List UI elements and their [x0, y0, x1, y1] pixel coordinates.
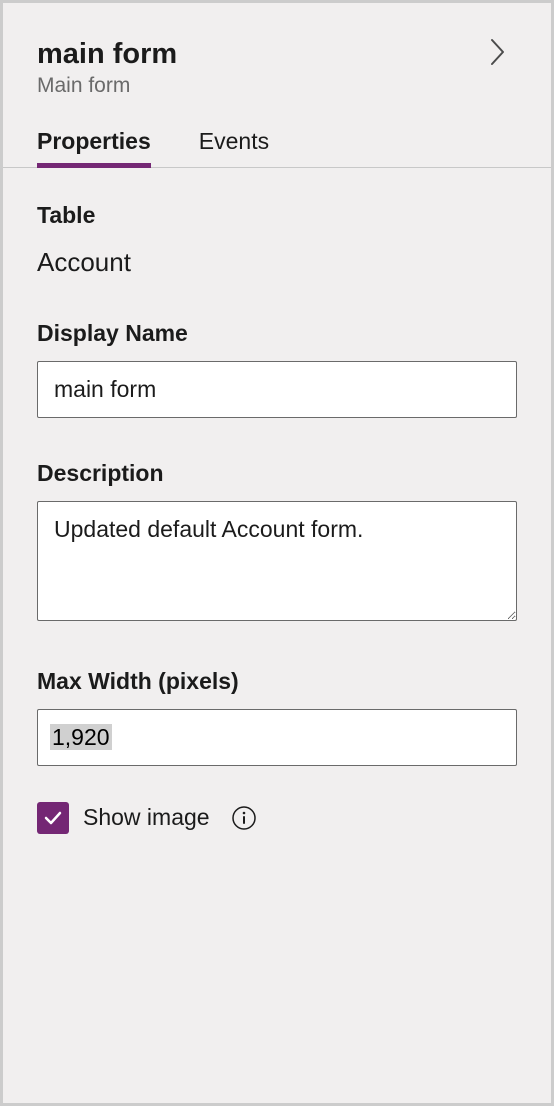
panel-title: main form	[37, 37, 517, 72]
tab-bar: Properties Events	[3, 98, 551, 168]
checkmark-icon	[43, 808, 63, 828]
table-label: Table	[37, 202, 517, 229]
max-width-field: Max Width (pixels) 1,920	[37, 668, 517, 766]
collapse-button[interactable]	[483, 37, 513, 67]
tab-properties[interactable]: Properties	[37, 128, 151, 167]
display-name-label: Display Name	[37, 320, 517, 347]
show-image-checkbox[interactable]	[37, 802, 69, 834]
max-width-value: 1,920	[50, 724, 112, 750]
display-name-input[interactable]	[37, 361, 517, 418]
show-image-label: Show image	[83, 804, 210, 831]
tab-events[interactable]: Events	[199, 128, 269, 167]
chevron-right-icon	[490, 38, 506, 66]
table-value: Account	[37, 247, 517, 278]
max-width-input[interactable]: 1,920	[37, 709, 517, 766]
display-name-field: Display Name	[37, 320, 517, 418]
properties-panel: main form Main form Properties Events Ta…	[0, 0, 554, 1106]
show-image-row: Show image	[37, 802, 517, 834]
panel-subtitle: Main form	[37, 74, 517, 98]
description-input[interactable]	[37, 501, 517, 621]
panel-header: main form Main form	[3, 3, 551, 98]
panel-body: Table Account Display Name Description M…	[3, 168, 551, 834]
info-icon	[231, 805, 257, 831]
show-image-info-button[interactable]	[230, 804, 258, 832]
max-width-label: Max Width (pixels)	[37, 668, 517, 695]
description-label: Description	[37, 460, 517, 487]
table-section: Table Account	[37, 202, 517, 278]
description-field: Description	[37, 460, 517, 626]
